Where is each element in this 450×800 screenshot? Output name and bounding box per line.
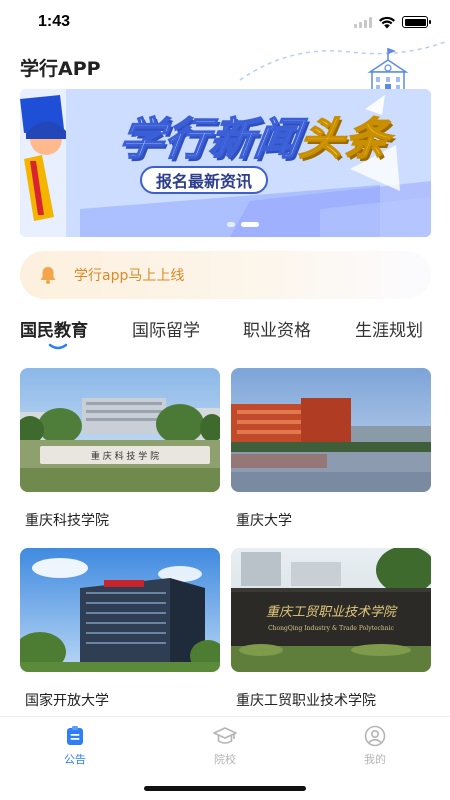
nav-item-announcements[interactable]: 公告	[45, 725, 105, 767]
school-card[interactable]: 重 庆 科 技 学 院 重庆科技学院	[20, 368, 220, 530]
nav-label: 公告	[64, 753, 86, 766]
cellular-signal-icon	[354, 16, 372, 28]
announcement-text: 学行app马上上线	[74, 268, 185, 284]
banner-dot-active[interactable]	[241, 222, 259, 227]
nav-label: 院校	[214, 753, 236, 766]
nav-label: 我的	[364, 753, 386, 766]
school-photo	[231, 368, 431, 492]
battery-icon	[402, 16, 431, 28]
banner-headline-accent: 头条	[296, 113, 395, 166]
active-tab-indicator	[48, 343, 68, 350]
home-indicator	[144, 786, 306, 791]
school-card[interactable]: 重庆大学	[231, 368, 431, 530]
nav-item-schools[interactable]: 院校	[195, 725, 255, 767]
school-name: 重庆工贸职业技术学院	[236, 693, 376, 709]
school-name: 重庆科技学院	[25, 513, 109, 529]
graduation-cap-icon	[213, 727, 237, 744]
tab-national-education[interactable]: 国民教育	[20, 316, 88, 341]
school-card[interactable]: 国家开放大学	[20, 548, 220, 710]
school-photo: 重庆工贸职业技术学院 ChongQing Industry & Trade Po…	[231, 548, 431, 672]
banner-headline-main: 学行新闻	[116, 113, 305, 166]
announcement-bar[interactable]: 学行app马上上线	[20, 251, 431, 299]
wifi-icon	[379, 16, 395, 28]
banner-subtitle: 报名最新资讯	[140, 166, 269, 194]
news-banner[interactable]: 学行新闻 头条 报名最新资讯	[20, 89, 431, 237]
tab-study-abroad[interactable]: 国际留学	[132, 316, 200, 341]
svg-text:ChongQing Industry & Trade Pol: ChongQing Industry & Trade Polytechnic	[268, 625, 394, 632]
banner-pagination	[227, 222, 259, 227]
status-time: 1:43	[38, 13, 71, 30]
profile-icon	[364, 725, 386, 747]
school-card[interactable]: 重庆工贸职业技术学院 ChongQing Industry & Trade Po…	[231, 548, 431, 710]
school-photo	[20, 548, 220, 672]
status-bar: 1:43	[0, 0, 450, 44]
svg-text:重庆工贸职业技术学院: 重庆工贸职业技术学院	[266, 604, 398, 620]
tab-career-planning[interactable]: 生涯规划	[355, 316, 423, 341]
category-tabs: 国民教育 国际留学 职业资格 生涯规划	[0, 316, 450, 356]
school-name: 国家开放大学	[25, 693, 109, 709]
app-title: 学行APP	[20, 58, 101, 80]
banner-dot[interactable]	[227, 222, 235, 227]
school-photo: 重 庆 科 技 学 院	[20, 368, 220, 492]
bell-icon	[40, 267, 56, 284]
school-name: 重庆大学	[236, 513, 292, 529]
announcement-icon	[67, 726, 83, 745]
banner-headline: 学行新闻 头条	[73, 99, 431, 171]
status-icons	[354, 16, 431, 29]
svg-text:重 庆 科 技 学 院: 重 庆 科 技 学 院	[91, 450, 159, 462]
nav-item-profile[interactable]: 我的	[345, 725, 405, 767]
tab-vocational-qualification[interactable]: 职业资格	[243, 316, 311, 341]
